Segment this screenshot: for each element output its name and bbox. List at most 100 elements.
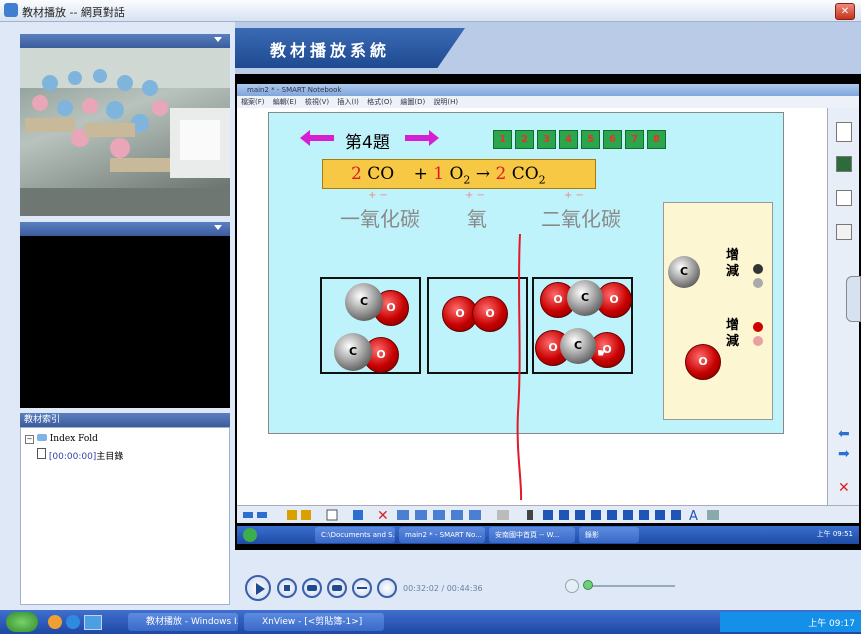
- gallery-icon[interactable]: [836, 156, 852, 172]
- stop-icon: [284, 585, 290, 591]
- legend-carbon-label: 增 減: [726, 248, 740, 279]
- toolbar-icons: ✕ A: [243, 508, 719, 524]
- svg-text:✕: ✕: [377, 508, 389, 524]
- page-button-8[interactable]: 8: [647, 130, 666, 149]
- page-button-4[interactable]: 4: [559, 130, 578, 149]
- page-button-6[interactable]: 6: [603, 130, 622, 149]
- page-button-5[interactable]: 5: [581, 130, 600, 149]
- mark-co2: + −: [564, 190, 584, 201]
- legend-oxygen-label: 增 減: [726, 318, 740, 349]
- oxygen-increase-dot[interactable]: [753, 322, 763, 332]
- delete-icon[interactable]: ✕: [838, 480, 850, 496]
- inner-task-browser: 安南國中首頁 -- W...: [489, 527, 575, 543]
- mark-co: + −: [368, 190, 388, 201]
- chevron-down-icon[interactable]: [214, 37, 222, 42]
- legend-carbon-atom[interactable]: C: [668, 256, 700, 288]
- folder-label: Index Fold: [49, 434, 98, 444]
- name-co2: 二氧化碳: [541, 207, 621, 231]
- legend-panel: [663, 202, 773, 420]
- task-xnview[interactable]: XnView - [<剪貼簿-1>]: [244, 613, 384, 631]
- inner-task-record: 錄影: [579, 527, 639, 543]
- carbon-increase-dot[interactable]: [753, 264, 763, 274]
- coef-co: 2: [351, 164, 362, 184]
- reaction-arrow: →: [475, 164, 491, 184]
- volume-thumb[interactable]: [583, 580, 593, 590]
- coef-o2: 1: [433, 164, 445, 184]
- start-button[interactable]: [6, 612, 38, 632]
- rewind-icon: [307, 585, 317, 591]
- forward-icon: [332, 585, 342, 591]
- play-icon: [256, 583, 265, 595]
- index-header: 教材索引: [20, 413, 230, 427]
- volume-slider[interactable]: [585, 585, 675, 587]
- prev-arrow[interactable]: [300, 130, 334, 146]
- oxygen-decrease-dot[interactable]: [753, 336, 763, 346]
- start-orb-icon: [243, 528, 257, 542]
- carbon-atom[interactable]: C: [560, 328, 596, 364]
- smart-title: main2 * - SMART Notebook: [247, 86, 342, 94]
- page-button-2[interactable]: 2: [515, 130, 534, 149]
- captured-taskbar: C:\Documents and S... main2 * - SMART No…: [237, 526, 859, 544]
- page-button-1[interactable]: 1: [493, 130, 512, 149]
- name-o2: 氧: [467, 207, 487, 231]
- menu-format[interactable]: 格式(O): [367, 98, 392, 106]
- volume-icon[interactable]: [565, 579, 579, 593]
- next-icon: [357, 587, 367, 589]
- collapse-icon[interactable]: −: [25, 435, 34, 444]
- prev-page-icon[interactable]: ⬅: [838, 426, 850, 442]
- stop-button[interactable]: [277, 578, 297, 598]
- forward-button[interactable]: [327, 578, 347, 598]
- desktop-icon[interactable]: [84, 615, 102, 630]
- chevron-down-icon[interactable]: [214, 225, 222, 230]
- task-player[interactable]: 教材播放 - Windows I...: [128, 613, 238, 631]
- page-button-3[interactable]: 3: [537, 130, 556, 149]
- clock: 上午 09:17: [808, 619, 855, 629]
- windows-taskbar: 教材播放 - Windows I... XnView - [<剪貼簿-1>] 上…: [0, 610, 861, 634]
- menu-insert[interactable]: 插入(I): [337, 98, 359, 106]
- carbon-decrease-dot[interactable]: [753, 278, 763, 288]
- menu-edit[interactable]: 編輯(E): [273, 98, 297, 106]
- attachments-icon[interactable]: [836, 190, 852, 206]
- properties-icon[interactable]: [836, 224, 852, 240]
- menu-help[interactable]: 說明(H): [433, 98, 458, 106]
- video-pane-header[interactable]: [20, 34, 230, 48]
- menu-view[interactable]: 檢視(V): [305, 98, 329, 106]
- carbon-atom[interactable]: C: [567, 280, 603, 316]
- quicklaunch-icon[interactable]: [48, 615, 62, 629]
- pointer-cursor-icon: ☛: [597, 346, 608, 360]
- close-button[interactable]: ✕: [835, 3, 855, 20]
- oxygen-atom[interactable]: O: [472, 296, 508, 332]
- inner-task-notebook: main2 * - SMART No...: [399, 527, 485, 543]
- plus-sign: +: [413, 164, 428, 184]
- classroom-scene: [20, 48, 230, 216]
- inner-task-explorer: C:\Documents and S...: [315, 527, 395, 543]
- question-title: 第4題: [345, 133, 390, 153]
- side-panel-handle[interactable]: [846, 276, 861, 322]
- page-title: 教材播放系統: [270, 41, 391, 60]
- second-pane-header[interactable]: [20, 222, 230, 236]
- rewind-button[interactable]: [302, 578, 322, 598]
- carbon-atom[interactable]: C: [334, 333, 372, 371]
- next-arrow[interactable]: [405, 130, 439, 146]
- classroom-video: [20, 48, 230, 216]
- page-sorter-icon[interactable]: [836, 122, 852, 142]
- play-button[interactable]: [245, 575, 271, 601]
- tree-item-time: [00:00:00]: [48, 452, 97, 462]
- sub-co2: 2: [538, 173, 546, 187]
- browser-icon: [4, 3, 18, 17]
- smart-menubar: 檔案(F) 編輯(E) 檢視(V) 插入(I) 格式(O) 繪圖(D) 說明(H…: [237, 96, 859, 108]
- next-button[interactable]: [352, 578, 372, 598]
- menu-draw[interactable]: 繪圖(D): [400, 98, 425, 106]
- svg-text:A: A: [689, 509, 698, 524]
- folder-icon: [36, 434, 47, 441]
- tree-folder[interactable]: − Index Fold: [25, 434, 98, 444]
- mute-button[interactable]: [377, 578, 397, 598]
- carbon-atom[interactable]: C: [345, 283, 383, 321]
- mark-o2: + −: [465, 190, 485, 201]
- next-page-icon[interactable]: ➡: [838, 446, 850, 462]
- ie-icon[interactable]: [66, 615, 80, 629]
- menu-file[interactable]: 檔案(F): [241, 98, 265, 106]
- tree-item[interactable]: [00:00:00]主目錄: [37, 448, 123, 462]
- legend-oxygen-atom[interactable]: O: [685, 344, 721, 380]
- page-button-7[interactable]: 7: [625, 130, 644, 149]
